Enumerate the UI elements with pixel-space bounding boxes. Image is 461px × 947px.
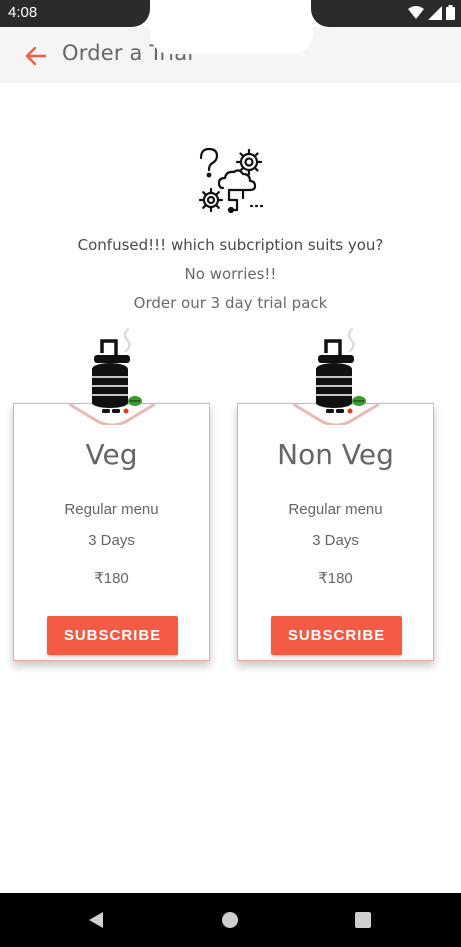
plan-name: Non Veg: [277, 438, 394, 471]
subscribe-button-veg[interactable]: SUBSCRIBE: [47, 616, 178, 655]
app-bar: Order a Trial: [0, 27, 461, 83]
plan-card-nonveg: Non Veg Regular menu 3 Days ₹180 SUBSCRI…: [237, 403, 434, 661]
nav-back-icon[interactable]: [88, 911, 104, 929]
nav-recents-icon[interactable]: [355, 912, 371, 928]
plan-menu: Regular menu: [64, 501, 159, 518]
system-nav-bar: [0, 893, 461, 947]
plan-days: 3 Days: [88, 532, 135, 549]
hero-subtitle-2: Order our 3 day trial pack: [133, 294, 328, 312]
arrow-left-icon: [25, 46, 47, 66]
tiffin-icon: [316, 327, 366, 414]
status-time: 4:08: [8, 4, 38, 21]
confused-gears-icon: [198, 147, 264, 214]
status-bar-left: 4:08: [0, 0, 150, 27]
notch: [150, 0, 313, 27]
wifi-icon: [408, 5, 424, 19]
nav-home-icon[interactable]: [222, 912, 238, 928]
plan-price: ₹180: [94, 570, 129, 587]
plan-price: ₹180: [318, 570, 353, 587]
plan-name: Veg: [85, 438, 138, 471]
subscribe-button-nonveg[interactable]: SUBSCRIBE: [271, 616, 402, 655]
tiffin-icon: [92, 327, 142, 414]
signal-icon: [428, 5, 442, 20]
hero-question: Confused!!! which subcription suits you?: [77, 236, 384, 254]
plan-menu: Regular menu: [288, 501, 383, 518]
status-bar-right: [311, 0, 461, 27]
hero-subtitle-1: No worries!!: [184, 265, 277, 283]
back-button[interactable]: [22, 43, 50, 69]
battery-icon: [446, 5, 455, 20]
status-bar: 4:08: [0, 0, 461, 27]
plan-days: 3 Days: [312, 532, 359, 549]
plan-card-veg: Veg Regular menu 3 Days ₹180 SUBSCRIBE: [13, 403, 210, 661]
camera-notch: [150, 27, 313, 54]
